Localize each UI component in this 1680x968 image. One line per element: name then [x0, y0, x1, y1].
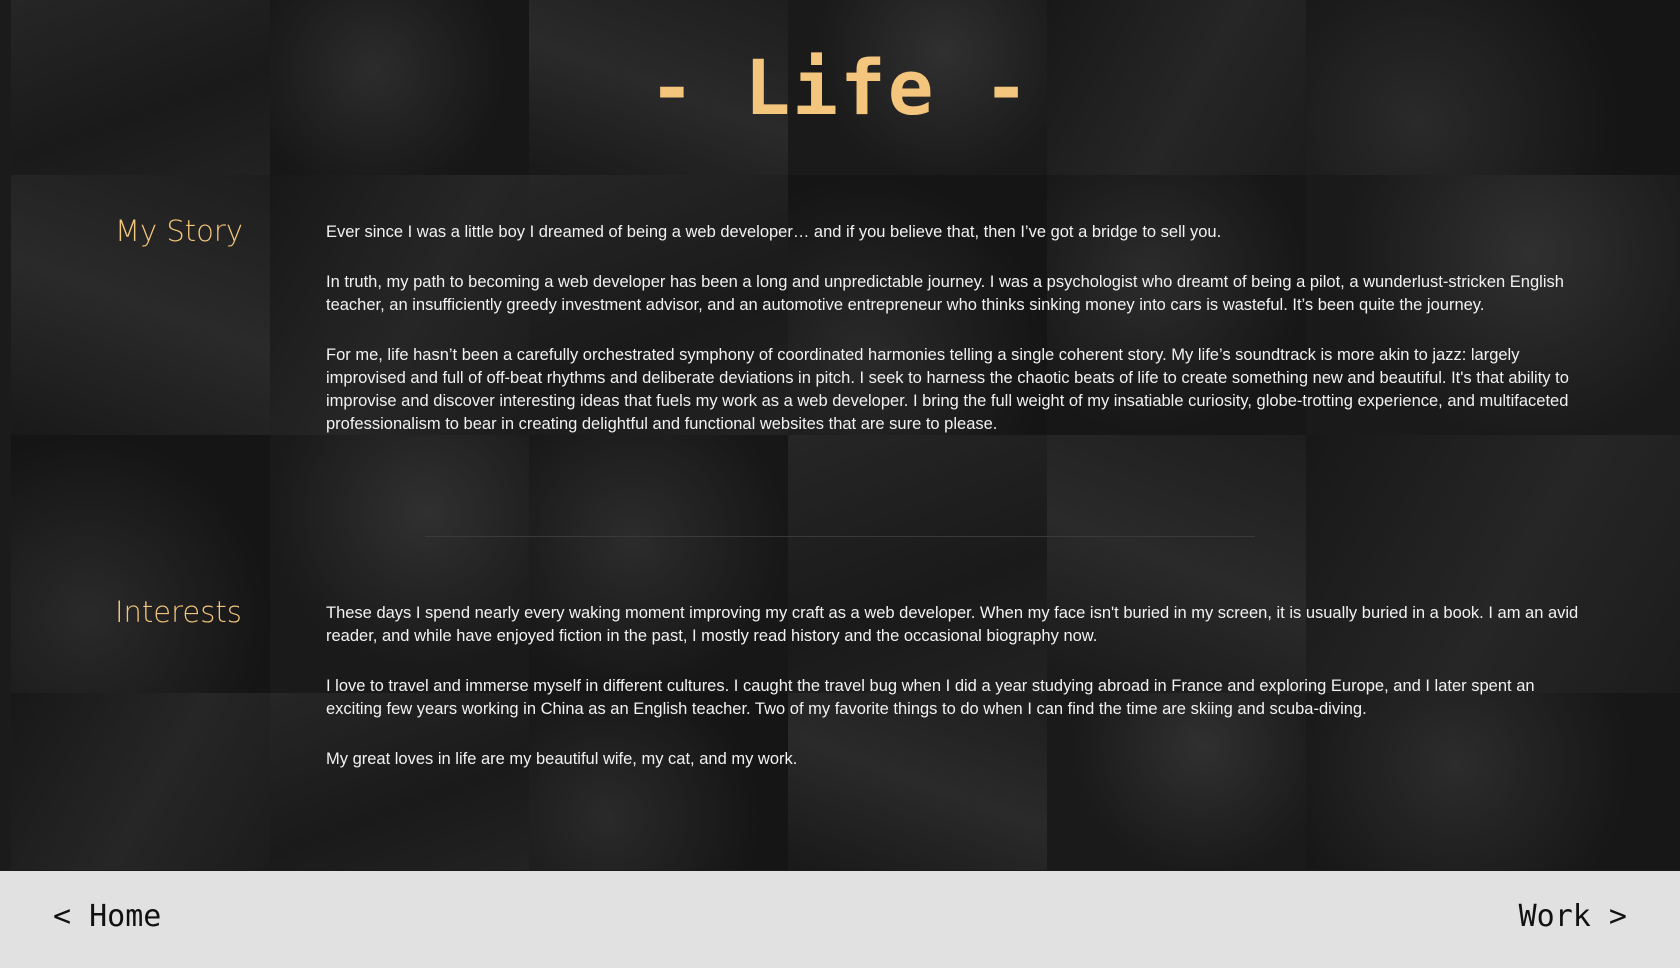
interests-paragraph: I love to travel and immerse myself in d…: [326, 677, 1535, 718]
page-header: - Life -: [0, 0, 1680, 175]
page-title: - Life -: [648, 43, 1032, 132]
story-paragraph: For me, life hasn’t been a carefully orc…: [326, 346, 1569, 433]
story-paragraph: Ever since I was a little boy I dreamed …: [326, 223, 1222, 241]
story-paragraph: In truth, my path to becoming a web deve…: [326, 273, 1564, 314]
section-divider: [425, 536, 1255, 537]
background-photo: [11, 693, 270, 870]
section-heading-interests: Interests: [115, 595, 242, 629]
background-photo: [11, 435, 270, 693]
footer-nav: < Home Work >: [0, 871, 1680, 968]
work-link[interactable]: Work >: [1519, 899, 1627, 934]
interests-body: These days I spend nearly every waking m…: [326, 602, 1588, 798]
home-link[interactable]: < Home: [53, 899, 161, 934]
section-heading-my-story: My Story: [115, 214, 244, 248]
my-story-body: Ever since I was a little boy I dreamed …: [326, 221, 1588, 463]
interests-paragraph: My great loves in life are my beautiful …: [326, 750, 798, 768]
interests-paragraph: These days I spend nearly every waking m…: [326, 604, 1579, 645]
